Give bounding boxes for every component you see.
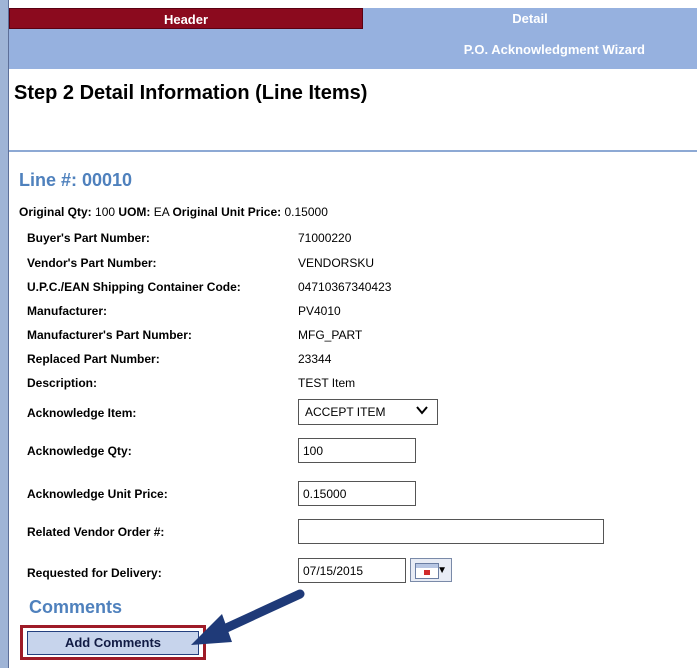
arrow-pointer-icon	[191, 589, 305, 645]
wizard-frame: Header Detail P.O. Acknowledgment Wizard…	[0, 0, 697, 668]
